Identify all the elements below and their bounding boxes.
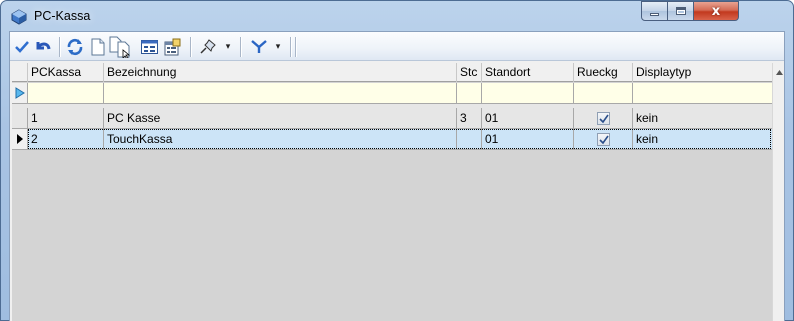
- new-document-icon[interactable]: [88, 36, 108, 58]
- close-icon: x: [711, 3, 721, 19]
- new-row[interactable]: [12, 83, 772, 104]
- pin-icon[interactable]: [196, 36, 220, 58]
- maximize-icon: [675, 7, 686, 15]
- close-button[interactable]: x: [693, 1, 739, 21]
- client-area: ▾ ▾ PCKassa Bezeichnung Stc Standort Rue…: [9, 31, 785, 321]
- data-grid: PCKassa Bezeichnung Stc Standort Rueckg …: [12, 63, 772, 321]
- row-header-corner: [12, 63, 28, 82]
- row-indicator: [12, 108, 28, 129]
- copy-document-icon[interactable]: [108, 36, 134, 58]
- table-row-selected[interactable]: 2 TouchKassa 01 kein: [12, 129, 772, 150]
- refresh-icon[interactable]: [64, 36, 86, 58]
- new-row-cell[interactable]: [457, 83, 482, 104]
- new-row-indicator: [12, 83, 28, 104]
- grid-header: PCKassa Bezeichnung Stc Standort Rueckg …: [12, 63, 772, 82]
- cell-standort[interactable]: 01: [482, 129, 574, 150]
- column-header-standort[interactable]: Standort: [482, 63, 574, 82]
- properties-icon[interactable]: [162, 36, 184, 58]
- table-row[interactable]: 1 PC Kasse 3 01 kein: [12, 108, 772, 129]
- new-row-cell[interactable]: [28, 83, 104, 104]
- cell-bezeichnung[interactable]: TouchKassa: [104, 129, 457, 150]
- maximize-button[interactable]: [667, 1, 694, 21]
- toolbar-separator: [59, 37, 60, 57]
- cell-rueckg: [574, 129, 633, 150]
- confirm-check-icon[interactable]: [13, 36, 31, 58]
- app-window: PC-Kassa x ▾ ▾ PCKassa Bezeichnung Stc S…: [0, 0, 794, 321]
- cell-displaytyp[interactable]: kein: [633, 108, 772, 129]
- rueckg-checkbox[interactable]: [597, 112, 610, 125]
- cell-rueckg: [574, 108, 633, 129]
- cell-standort[interactable]: 01: [482, 108, 574, 129]
- toolbar-separator: [290, 37, 291, 57]
- cell-stc[interactable]: [457, 129, 482, 150]
- scroll-up-icon[interactable]: [773, 67, 785, 77]
- new-row-cell[interactable]: [574, 83, 633, 104]
- filter-icon[interactable]: [248, 36, 270, 58]
- window-title: PC-Kassa: [34, 9, 91, 23]
- new-row-cell[interactable]: [633, 83, 772, 104]
- chevron-down-icon: ▾: [225, 42, 231, 52]
- pin-dropdown-button[interactable]: ▾: [222, 36, 234, 58]
- cell-pckassa[interactable]: 1: [28, 108, 104, 129]
- toolbar-separator: [240, 37, 241, 57]
- form-view-icon[interactable]: [138, 36, 160, 58]
- cell-pckassa[interactable]: 2: [28, 129, 104, 150]
- cell-bezeichnung[interactable]: PC Kasse: [104, 108, 457, 129]
- chevron-down-icon: ▾: [275, 42, 281, 52]
- cell-stc[interactable]: 3: [457, 108, 482, 129]
- column-header-stc[interactable]: Stc: [457, 63, 482, 82]
- toolbar: ▾ ▾: [10, 32, 784, 61]
- title-bar[interactable]: PC-Kassa x: [1, 1, 793, 31]
- toolbar-separator: [295, 37, 296, 57]
- column-header-pckassa[interactable]: PCKassa: [28, 63, 104, 82]
- minimize-icon: [650, 12, 659, 16]
- filter-dropdown-button[interactable]: ▾: [272, 36, 284, 58]
- column-header-rueckg[interactable]: Rueckg: [574, 63, 633, 82]
- vertical-scrollbar[interactable]: [772, 63, 784, 321]
- new-row-cell[interactable]: [482, 83, 574, 104]
- app-icon: [11, 9, 27, 25]
- undo-icon[interactable]: [32, 36, 54, 58]
- cell-displaytyp[interactable]: kein: [633, 129, 772, 150]
- minimize-button[interactable]: [641, 1, 668, 21]
- toolbar-separator: [190, 37, 191, 57]
- rueckg-checkbox[interactable]: [597, 133, 610, 146]
- current-row-indicator: [12, 129, 28, 150]
- new-row-cell[interactable]: [104, 83, 457, 104]
- column-header-displaytyp[interactable]: Displaytyp: [633, 63, 772, 82]
- column-header-bezeichnung[interactable]: Bezeichnung: [104, 63, 457, 82]
